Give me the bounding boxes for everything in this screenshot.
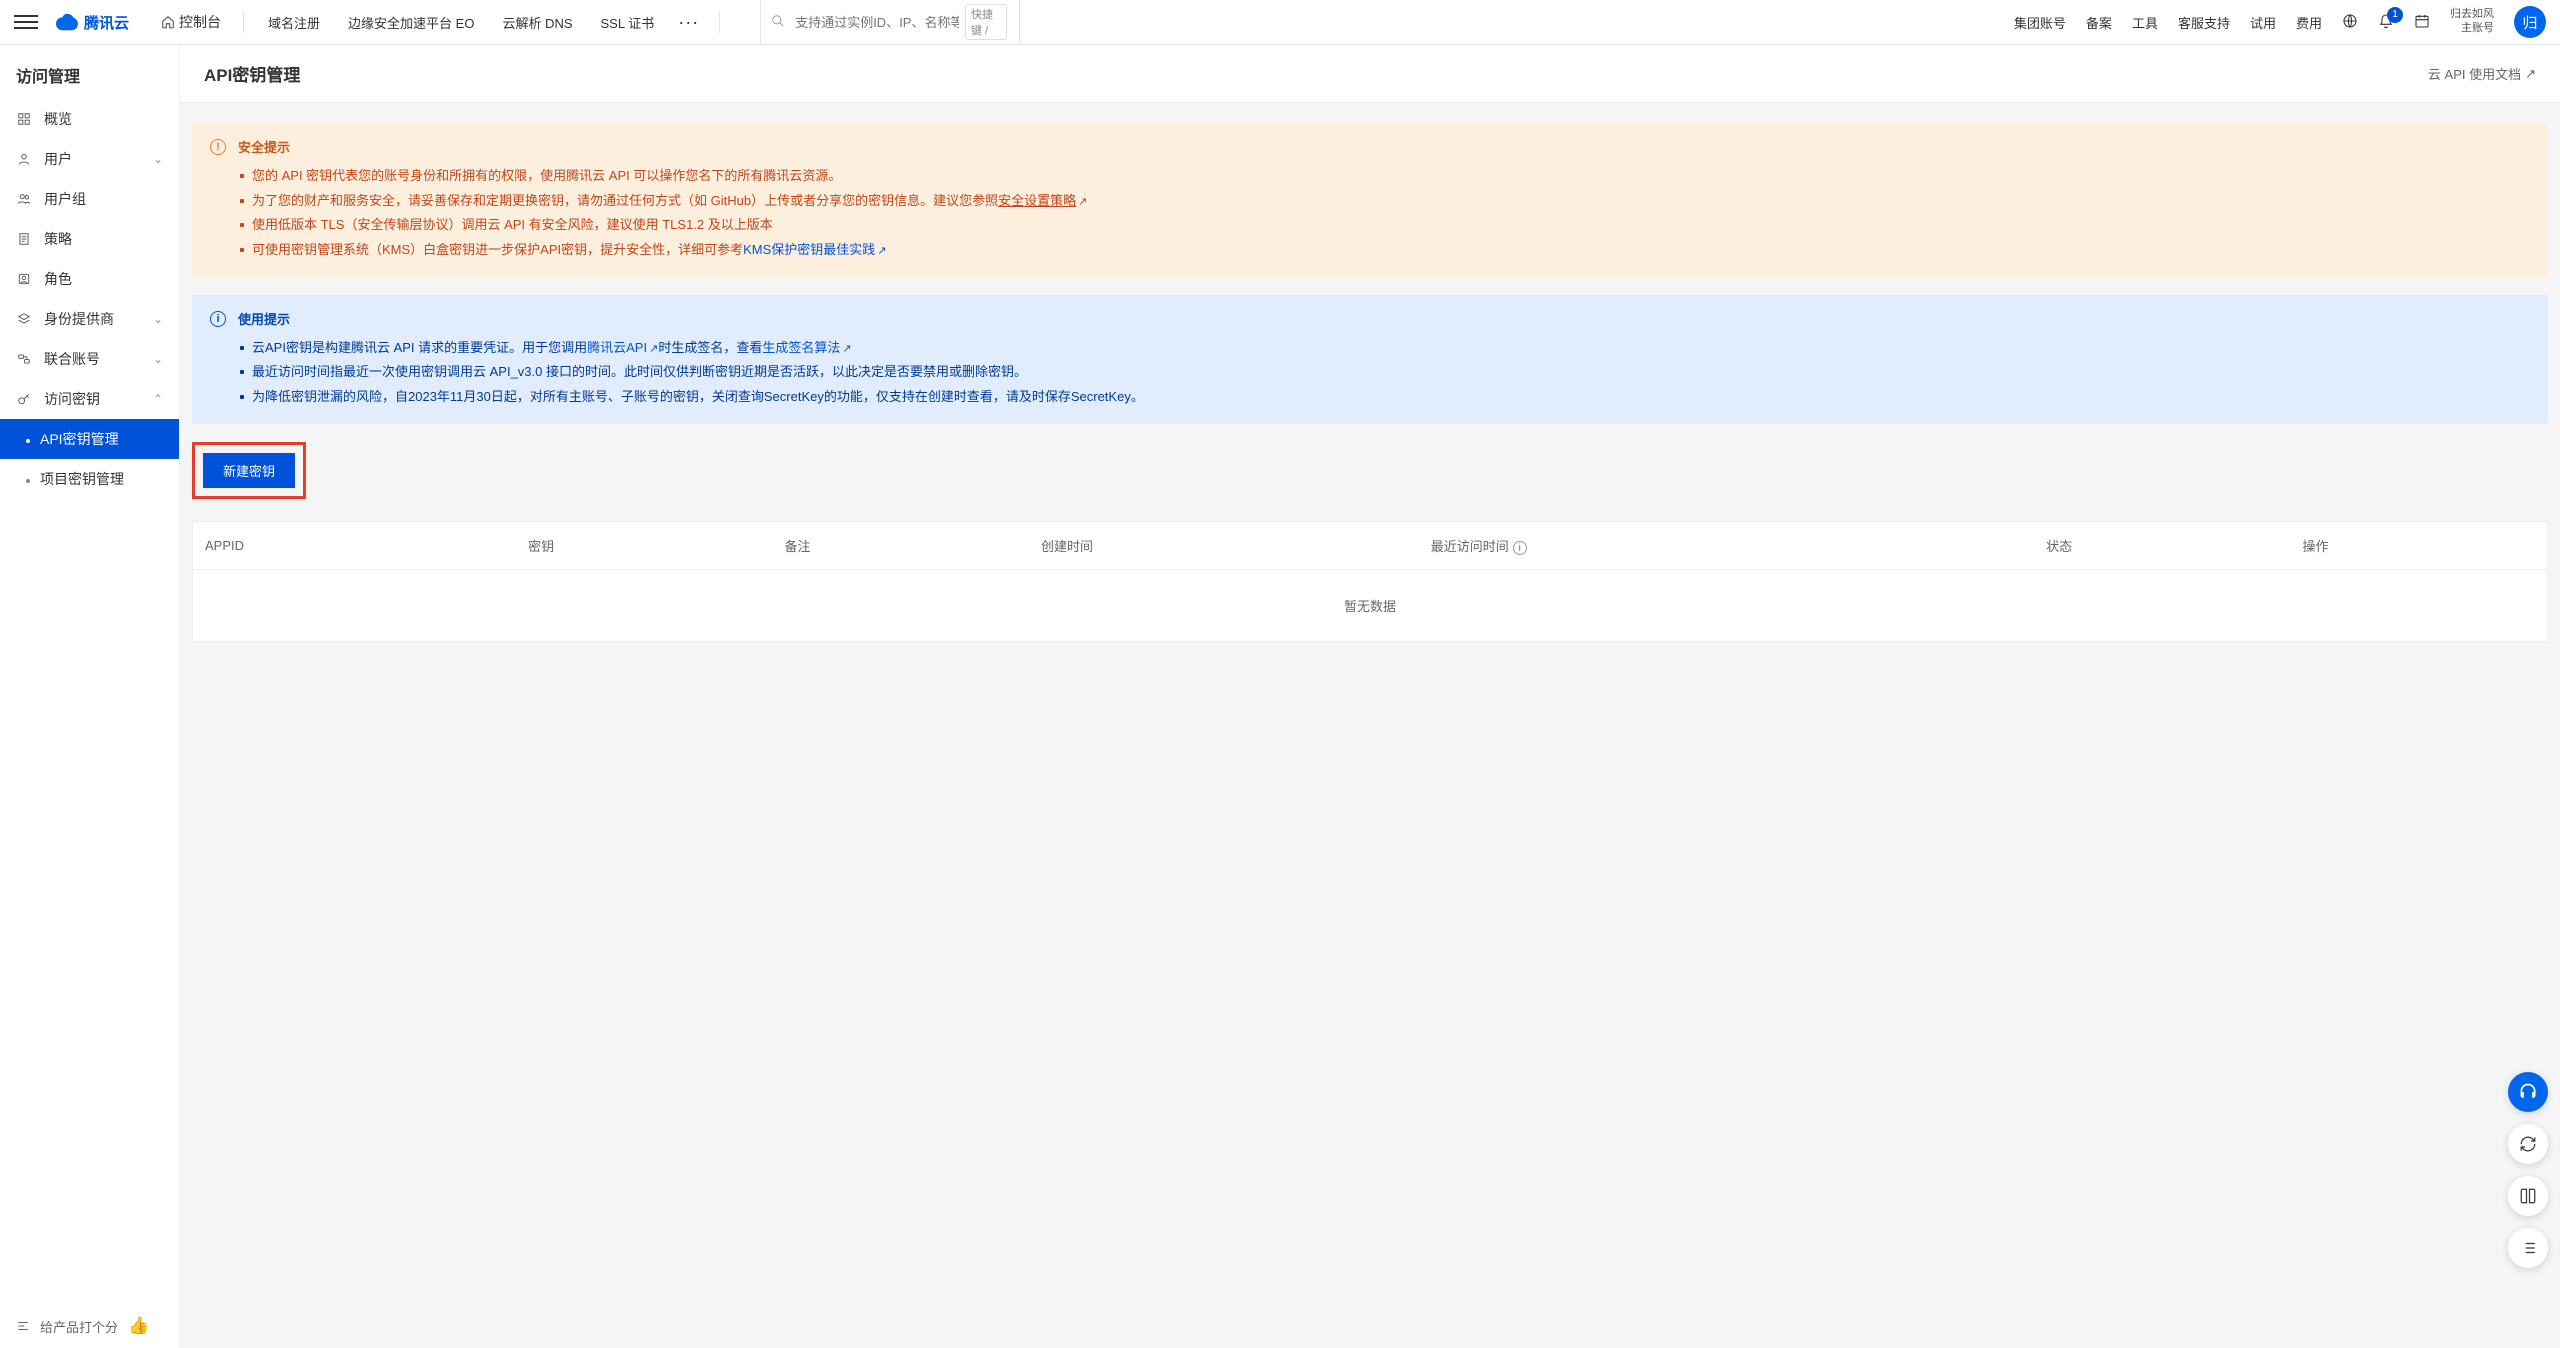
top-link[interactable]: 费用 [2296, 13, 2322, 32]
chevron-down-icon: ⌄ [153, 152, 163, 166]
col-created: 创建时间 [1029, 522, 1419, 570]
page-header: API密钥管理 云 API 使用文档 ↗ [180, 45, 2560, 103]
sidebar-item-usergroup[interactable]: 用户组 [0, 179, 179, 219]
sidebar-footer[interactable]: 给产品打个分 👍 [0, 1304, 179, 1348]
product-link[interactable]: 边缘安全加速平台 EO [334, 13, 488, 32]
sidebar-title: 访问管理 [0, 45, 179, 99]
alert-title: 使用提示 [238, 309, 1144, 328]
external-link-icon: ↗ [842, 343, 851, 355]
doc-icon [16, 232, 32, 246]
intl-icon[interactable] [2342, 13, 2358, 32]
keys-table: APPID 密钥 备注 创建时间 最近访问时间i 状态 操作 暂无数据 [192, 521, 2548, 643]
chevron-down-icon: ⌄ [153, 352, 163, 366]
search-wrap: 快捷键 / [760, 0, 1020, 45]
sidebar-item-overview[interactable]: 概览 [0, 99, 179, 139]
sidebar-item-accesskey[interactable]: 访问密钥⌃ [0, 379, 179, 419]
security-policy-link[interactable]: 安全设置策略 [998, 193, 1076, 208]
kms-link[interactable]: KMS保护密钥最佳实践 [743, 242, 875, 257]
menu-toggle[interactable] [14, 15, 38, 29]
top-link[interactable]: 试用 [2250, 13, 2276, 32]
alert-line: 可使用密钥管理系统（KMS）白盒密钥进一步保护API密钥，提升安全性，详细可参考… [238, 238, 1087, 263]
layers-icon [16, 312, 32, 326]
external-link-icon: ↗ [649, 343, 658, 355]
empty-state: 暂无数据 [193, 570, 2547, 642]
warning-icon: ! [210, 139, 226, 155]
sidebar-item-federation[interactable]: 联合账号⌄ [0, 339, 179, 379]
top-link[interactable]: 备案 [2086, 13, 2112, 32]
support-fab[interactable] [2508, 1072, 2548, 1112]
col-lastaccess: 最近访问时间i [1419, 522, 2034, 570]
chevron-down-icon: ⌄ [153, 312, 163, 326]
top-link[interactable]: 集团账号 [2014, 13, 2066, 32]
signature-algo-link[interactable]: 生成签名算法 [762, 340, 840, 355]
sidebar-item-user[interactable]: 用户⌄ [0, 139, 179, 179]
top-products: 域名注册 边缘安全加速平台 EO 云解析 DNS SSL 证书 ··· [254, 12, 709, 33]
alert-line: 您的 API 密钥代表您的账号身份和所拥有的权限，使用腾讯云 API 可以操作您… [238, 164, 1087, 189]
notification-count: 1 [2387, 7, 2403, 23]
key-icon [16, 392, 32, 406]
info-icon: i [210, 311, 226, 327]
col-status: 状态 [2034, 522, 2290, 570]
users-icon [16, 192, 32, 206]
top-link[interactable]: 客服支持 [2178, 13, 2230, 32]
notification-bell[interactable]: 1 [2378, 12, 2394, 33]
more-products[interactable]: ··· [668, 12, 709, 33]
highlighted-frame: 新建密钥 [192, 442, 306, 499]
doc-link[interactable]: 云 API 使用文档 ↗ [2428, 64, 2536, 83]
sidebar-item-idp[interactable]: 身份提供商⌄ [0, 299, 179, 339]
chevron-up-icon: ⌃ [153, 392, 163, 406]
alert-line: 云API密钥是构建腾讯云 API 请求的重要凭证。用于您调用腾讯云API↗时生成… [238, 336, 1144, 361]
docs-fab[interactable] [2508, 1176, 2548, 1216]
product-link[interactable]: SSL 证书 [587, 13, 669, 32]
alert-title: 安全提示 [238, 137, 1087, 156]
sidebar-sub-projectkey[interactable]: 项目密钥管理 [0, 459, 179, 499]
search-input[interactable] [773, 15, 959, 30]
external-link-icon: ↗ [1078, 196, 1087, 208]
security-alert: ! 安全提示 您的 API 密钥代表您的账号身份和所拥有的权限，使用腾讯云 AP… [192, 123, 2548, 277]
list-fab[interactable] [2508, 1228, 2548, 1268]
page-title: API密钥管理 [204, 61, 300, 86]
sidebar-item-policy[interactable]: 策略 [0, 219, 179, 259]
sidebar-sub-apikey[interactable]: API密钥管理 [0, 419, 179, 459]
brand-text: 腾讯云 [84, 12, 129, 33]
col-appid: APPID [193, 522, 516, 570]
role-icon [16, 272, 32, 286]
grid-icon [16, 112, 32, 126]
info-icon[interactable]: i [1513, 541, 1527, 555]
avatar[interactable]: 归 [2514, 6, 2546, 38]
fab-column [2508, 1072, 2548, 1268]
external-link-icon: ↗ [877, 245, 886, 257]
search-icon [771, 14, 785, 31]
usage-alert: i 使用提示 云API密钥是构建腾讯云 API 请求的重要凭证。用于您调用腾讯云… [192, 295, 2548, 424]
refresh-fab[interactable] [2508, 1124, 2548, 1164]
calendar-icon[interactable] [2414, 13, 2430, 32]
sidebar: 访问管理 概览 用户⌄ 用户组 策略 角色 身份提供商⌄ 联合账号⌄ [0, 45, 180, 1348]
alert-line: 为降低密钥泄漏的风险，自2023年11月30日起，对所有主账号、子账号的密钥，关… [238, 385, 1144, 410]
product-link[interactable]: 域名注册 [254, 13, 334, 32]
col-remark: 备注 [773, 522, 1029, 570]
sidebar-item-role[interactable]: 角色 [0, 259, 179, 299]
brand-logo[interactable]: 腾讯云 [56, 12, 129, 33]
thumbs-up-icon: 👍 [128, 1316, 149, 1336]
top-link[interactable]: 工具 [2132, 13, 2158, 32]
shortcut-hint: 快捷键 / [965, 4, 1007, 40]
tencent-api-link[interactable]: 腾讯云API [587, 340, 647, 355]
link-icon [16, 352, 32, 366]
main: API密钥管理 云 API 使用文档 ↗ ! 安全提示 您的 API 密钥代表您… [180, 45, 2560, 1348]
account-name[interactable]: 归去如风 主账号 [2450, 8, 2494, 36]
col-key: 密钥 [516, 522, 772, 570]
alert-line: 使用低版本 TLS（安全传输层协议）调用云 API 有安全风险，建议使用 TLS… [238, 213, 1087, 238]
create-key-button[interactable]: 新建密钥 [203, 453, 295, 488]
product-link[interactable]: 云解析 DNS [488, 13, 586, 32]
alert-line: 为了您的财产和服务安全，请妥善保存和定期更换密钥，请勿通过任何方式（如 GitH… [238, 189, 1087, 214]
external-link-icon: ↗ [2525, 66, 2536, 82]
topnav-right: 集团账号 备案 工具 客服支持 试用 费用 1 归去如风 主账号 归 [2014, 6, 2546, 38]
col-actions: 操作 [2291, 522, 2548, 570]
top-nav: 腾讯云 控制台 域名注册 边缘安全加速平台 EO 云解析 DNS SSL 证书 … [0, 0, 2560, 45]
console-link[interactable]: 控制台 [149, 12, 233, 32]
alert-line: 最近访问时间指最近一次使用密钥调用云 API_v3.0 接口的时间。此时间仅供判… [238, 360, 1144, 385]
user-icon [16, 152, 32, 166]
collapse-icon [16, 1319, 30, 1333]
